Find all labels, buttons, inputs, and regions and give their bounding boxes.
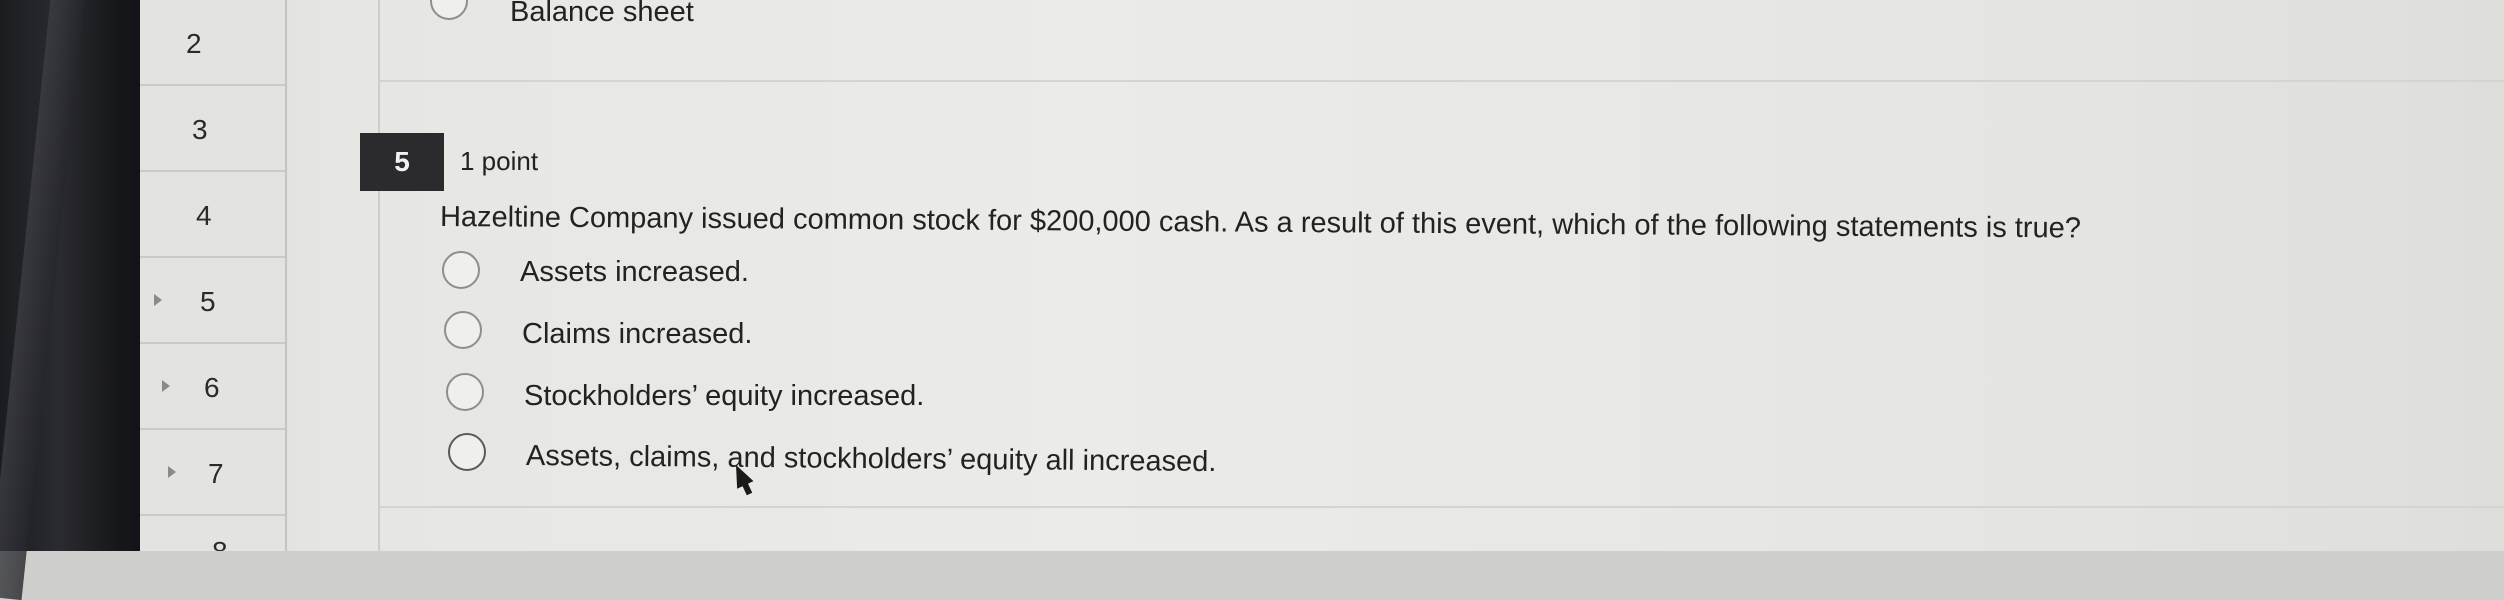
answer-option-label: Assets increased.: [520, 256, 749, 288]
question-nav-number: 2: [186, 28, 202, 59]
answer-option-radio[interactable]: [444, 311, 482, 349]
question-nav-number: 3: [192, 114, 208, 145]
question-separator-bottom: [380, 506, 2504, 508]
question-navigator: 2 3 4 5 6 7 8: [140, 0, 287, 551]
previous-option-radio[interactable]: [430, 0, 468, 20]
content-divider: [378, 0, 380, 551]
answer-option-radio[interactable]: [448, 433, 486, 471]
previous-option-label: Balance sheet: [510, 0, 694, 28]
question-points: 1 point: [460, 146, 539, 176]
flag-marker-icon: [154, 294, 162, 306]
answer-option-radio[interactable]: [442, 251, 480, 289]
answer-option-label: Claims increased.: [522, 318, 753, 350]
question-nav-number: 4: [196, 200, 212, 231]
question-nav-item[interactable]: 3: [140, 88, 285, 172]
question-nav-item[interactable]: 6: [140, 346, 285, 430]
question-nav-item[interactable]: 7: [140, 432, 285, 516]
flag-marker-icon: [168, 466, 176, 478]
question-nav-item[interactable]: 8: [140, 518, 285, 551]
answer-option-radio[interactable]: [446, 373, 484, 411]
question-nav-number: 8: [212, 536, 228, 551]
question-nav-item[interactable]: 2: [140, 2, 285, 86]
question-separator-top: [380, 80, 2504, 82]
answer-option-label: Assets, claims, and stockholders’ equity…: [525, 440, 1217, 479]
flag-marker-icon: [162, 380, 170, 392]
question-nav-number: 5: [200, 286, 216, 317]
question-nav-number: 6: [204, 372, 220, 403]
question-prompt: Hazeltine Company issued common stock fo…: [439, 201, 2082, 245]
question-nav-item[interactable]: 5: [140, 260, 285, 344]
answer-option-label: Stockholders’ equity increased.: [524, 380, 925, 412]
question-nav-number: 7: [208, 458, 224, 489]
question-nav-item[interactable]: 4: [140, 174, 285, 258]
screen: 2 3 4 5 6 7 8 Balance sheet 5 1 point Ha…: [140, 0, 2504, 551]
question-number-badge: 5: [360, 133, 444, 191]
